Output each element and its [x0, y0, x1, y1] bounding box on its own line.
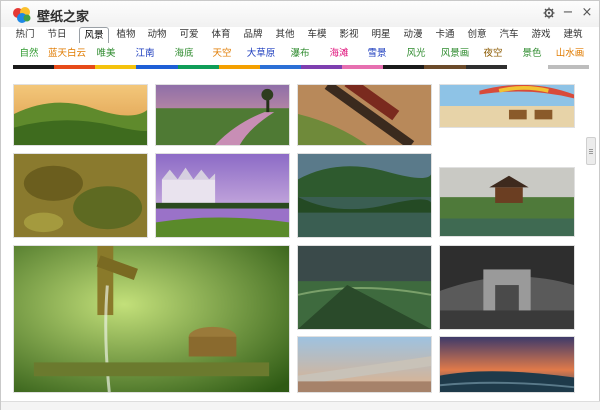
- tab-festival[interactable]: 节日: [43, 27, 71, 43]
- thumbnail[interactable]: [13, 84, 148, 146]
- thumbnail[interactable]: [439, 336, 575, 393]
- thumbnail[interactable]: [155, 153, 290, 238]
- scrollbar-thumb[interactable]: [586, 137, 596, 165]
- tab-cute[interactable]: 可爱: [175, 27, 203, 43]
- tab-creative[interactable]: 创意: [463, 27, 491, 43]
- tab-other[interactable]: 其他: [271, 27, 299, 43]
- gear-icon: [543, 7, 555, 19]
- wallpaper-grid: [1, 73, 600, 393]
- settings-button[interactable]: [539, 4, 559, 22]
- thumbnail[interactable]: [155, 84, 290, 146]
- color-swatch[interactable]: [54, 65, 96, 69]
- color-swatch[interactable]: [218, 65, 260, 69]
- thumbnail[interactable]: [439, 84, 575, 128]
- color-swatch[interactable]: [136, 65, 178, 69]
- color-swatch[interactable]: [177, 65, 219, 69]
- color-swatch[interactable]: [424, 65, 466, 69]
- color-swatch[interactable]: [13, 65, 55, 69]
- minimize-button[interactable]: −: [558, 4, 578, 22]
- thumbnail[interactable]: [297, 336, 432, 393]
- tab-hot[interactable]: 热门: [11, 27, 39, 43]
- color-swatch[interactable]: [259, 65, 301, 69]
- scrollbar[interactable]: [584, 85, 598, 395]
- tab-games[interactable]: 游戏: [527, 27, 555, 43]
- thumbnail[interactable]: [13, 153, 148, 238]
- color-filter-bar: [13, 65, 589, 69]
- color-swatch[interactable]: [465, 65, 507, 69]
- thumbnail[interactable]: [439, 167, 575, 237]
- subcategory-bar: 自然 蓝天白云 唯美 江南 海底 天空 大草原 瀑布 海滩 雪景 风光 风景画 …: [11, 45, 591, 65]
- thumbnail[interactable]: [297, 245, 432, 330]
- tab-stars[interactable]: 明星: [367, 27, 395, 43]
- tab-architecture[interactable]: 建筑: [559, 27, 587, 43]
- tab-car-models[interactable]: 车模: [303, 27, 331, 43]
- thumbnail[interactable]: [297, 84, 432, 146]
- app-title: 壁纸之家: [37, 10, 90, 25]
- tab-sports[interactable]: 体育: [207, 27, 235, 43]
- subcat-shanshui[interactable]: 山水画: [544, 47, 596, 61]
- status-bar: [1, 401, 600, 410]
- color-swatch[interactable]: [95, 65, 137, 69]
- color-swatch[interactable]: [383, 65, 425, 69]
- color-swatch[interactable]: [342, 65, 384, 69]
- tab-animals[interactable]: 动物: [143, 27, 171, 43]
- tab-brand[interactable]: 品牌: [239, 27, 267, 43]
- tab-scenery[interactable]: 风景: [79, 27, 109, 43]
- tab-anime[interactable]: 动漫: [399, 27, 427, 43]
- tab-cars[interactable]: 汽车: [495, 27, 523, 43]
- app-logo-icon: [13, 7, 31, 23]
- tab-movies[interactable]: 影视: [335, 27, 363, 43]
- thumbnail[interactable]: [297, 153, 432, 238]
- category-tabs: 热门 节日 风景 植物 动物 可爱 体育 品牌 其他 车模 影视 明星 动漫 卡…: [9, 27, 594, 45]
- close-button[interactable]: ×: [577, 4, 597, 22]
- thumbnail[interactable]: [439, 245, 575, 330]
- thumbnail[interactable]: [13, 245, 290, 393]
- tab-cartoon[interactable]: 卡通: [431, 27, 459, 43]
- app-window: 壁纸之家 − × 热门 节日 风景 植物 动物 可爱 体育 品牌 其他 车模 影…: [0, 0, 600, 410]
- title-bar: 壁纸之家 − ×: [1, 1, 599, 27]
- color-swatch[interactable]: [547, 65, 589, 69]
- color-swatch[interactable]: [300, 65, 343, 69]
- tab-plants[interactable]: 植物: [112, 27, 140, 43]
- color-swatch[interactable]: [506, 65, 548, 69]
